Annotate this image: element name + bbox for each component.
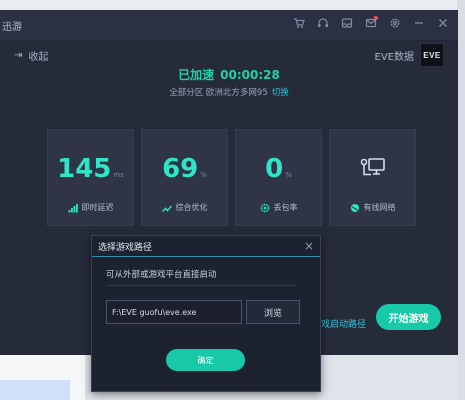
latency-label: 即时延迟 — [81, 203, 114, 212]
packet-loss-unit: % — [285, 171, 292, 179]
latency-unit: ms — [113, 171, 124, 179]
status-text: 已加速 — [178, 68, 215, 82]
shopping-cart-icon[interactable] — [292, 16, 306, 30]
eve-data-label: EVE数据 — [374, 51, 414, 63]
optimization-label-row: 综合优化 — [142, 202, 227, 213]
background-selection — [0, 380, 70, 400]
background-window-strip — [0, 0, 465, 10]
game-path-input[interactable]: F:\EVE guofu\eve.exe — [106, 300, 242, 324]
dialog-close-icon[interactable]: × — [304, 239, 314, 253]
settings-icon[interactable] — [388, 16, 402, 30]
optimization-value: 69 — [162, 154, 199, 184]
collapse-arrow-icon: ⇥ — [14, 50, 23, 61]
confirm-button[interactable]: 确定 — [166, 349, 245, 371]
inbox-icon[interactable] — [340, 16, 354, 30]
dialog-divider — [106, 285, 296, 286]
network-label: 有线网络 — [363, 203, 396, 212]
latency-card: 145 ms 即时延迟 — [47, 129, 134, 226]
dialog-title: 选择游戏路径 — [98, 242, 153, 253]
gear-icon — [260, 203, 269, 212]
network-card: 有线网络 — [329, 129, 416, 226]
region-info: 全部分区 欧洲北方多网95 — [169, 88, 268, 98]
background-window-edge — [457, 0, 465, 400]
headset-icon[interactable] — [316, 16, 330, 30]
game-data-link[interactable]: EVE数据 EVE — [375, 43, 444, 67]
switch-region-link[interactable]: 切换 — [272, 88, 289, 98]
network-icon — [360, 158, 385, 176]
network-label-row: 有线网络 — [330, 202, 415, 213]
globe-icon — [350, 203, 359, 212]
acceleration-status: 已加速 00:00:28 全部分区 欧洲北方多网95 切换 — [0, 66, 458, 98]
title-bar: 迅游 — [0, 10, 458, 41]
optimization-card: 69% 综合优化 — [141, 129, 228, 226]
packet-loss-label-row: 丢包率 — [236, 202, 321, 213]
latency-value-row: 145 ms — [48, 154, 133, 184]
dialog-description: 可从外部或游戏平台直接启动 — [106, 270, 217, 280]
app-title: 迅游 — [2, 22, 22, 33]
close-icon[interactable] — [436, 16, 450, 30]
optimization-label: 综合优化 — [175, 203, 208, 212]
stats-cards: 145 ms 即时延迟 69% 综合优化 0% 丢包率 有线网络 — [47, 129, 416, 226]
latency-label-row: 即时延迟 — [48, 202, 133, 213]
game-logo: EVE — [420, 43, 444, 67]
trend-up-icon — [161, 205, 172, 212]
path-row: F:\EVE guofu\eve.exe 浏览 — [106, 300, 300, 324]
packet-loss-value-row: 0% — [236, 154, 321, 184]
collapse-button[interactable]: ⇥ 收起 — [14, 48, 48, 63]
dialog-header: 选择游戏路径 × — [92, 236, 320, 257]
optimization-value-row: 69% — [142, 154, 227, 184]
browse-button[interactable]: 浏览 — [246, 300, 300, 324]
packet-loss-value: 0 — [265, 154, 284, 184]
elapsed-time: 00:00:28 — [220, 68, 280, 82]
minimize-icon[interactable] — [412, 16, 426, 30]
start-game-button[interactable]: 开始游戏 — [376, 304, 441, 330]
acceleration-status-line: 已加速 00:00:28 — [0, 66, 458, 83]
signal-bars-icon — [68, 203, 78, 212]
latency-value: 145 — [57, 154, 112, 184]
title-bar-icons — [292, 16, 450, 30]
mail-icon[interactable] — [364, 16, 378, 30]
packet-loss-card: 0% 丢包率 — [235, 129, 322, 226]
packet-loss-label: 丢包率 — [273, 203, 298, 212]
optimization-unit: % — [200, 171, 207, 179]
select-game-path-dialog: 选择游戏路径 × 可从外部或游戏平台直接启动 F:\EVE guofu\eve.… — [91, 235, 321, 392]
region-info-line: 全部分区 欧洲北方多网95 切换 — [0, 86, 458, 98]
collapse-label: 收起 — [28, 52, 49, 63]
